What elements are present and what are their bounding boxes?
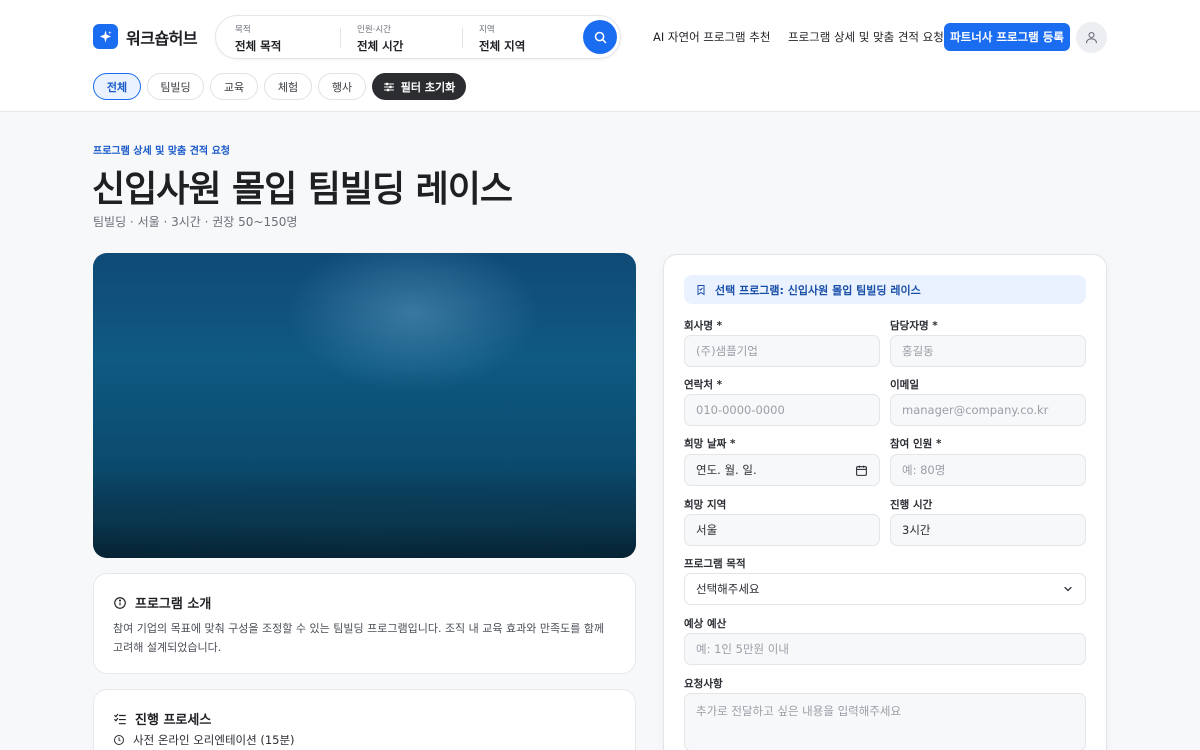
search-bar: 목적 전체 목적 인원·시간 전체 시간 지역 전체 지역 — [215, 15, 621, 59]
search-button[interactable] — [583, 20, 617, 54]
intro-title: 프로그램 소개 — [135, 597, 212, 612]
request-label: 요청사항 — [684, 678, 723, 690]
manager-input[interactable]: 홍길동 — [890, 335, 1086, 367]
reset-filter-label: 필터 초기화 — [400, 80, 456, 94]
purpose-field-label: 프로그램 목적 — [684, 558, 746, 570]
date-input[interactable]: 연도. 월. 일. — [684, 454, 880, 486]
email-label: 이메일 — [890, 379, 919, 391]
process-step: 사전 온라인 오리엔테이션 (15분) — [113, 732, 295, 748]
chip-all[interactable]: 전체 — [93, 73, 141, 100]
checklist-icon — [114, 713, 126, 724]
purpose-filter[interactable]: 목적 전체 목적 — [235, 23, 281, 54]
intro-card: 프로그램 소개 참여 기업의 목표에 맞춰 구성을 조정할 수 있는 팀빌딩 프… — [93, 573, 636, 674]
chip-event[interactable]: 행사 — [318, 73, 366, 100]
page-eyebrow: 프로그램 상세 및 맞춤 견적 요청 — [93, 146, 231, 157]
budget-label: 예상 예산 — [684, 618, 727, 630]
intro-title-row: 프로그램 소개 — [113, 593, 211, 612]
selected-program-banner: 선택 프로그램: 신입사원 몰입 팀빌딩 레이스 — [684, 275, 1086, 304]
quote-form-panel: 선택 프로그램: 신입사원 몰입 팀빌딩 레이스 회사명 * (주)샘플기업 담… — [663, 254, 1107, 750]
contact-label: 연락처 * — [684, 379, 723, 391]
intro-body: 참여 기업의 목표에 맞춰 구성을 조정할 수 있는 팀빌딩 프로그램입니다. … — [113, 622, 605, 654]
bookmark-icon — [697, 284, 705, 295]
reset-filter-button[interactable]: 필터 초기화 — [372, 73, 466, 100]
info-icon — [114, 596, 126, 609]
divider — [340, 28, 341, 48]
purpose-value: 전체 목적 — [235, 39, 282, 53]
logo[interactable]: 워크숍허브 — [93, 24, 198, 49]
email-input[interactable]: manager@company.co.kr — [890, 394, 1086, 426]
time-label: 진행 시간 — [890, 499, 933, 511]
company-label: 회사명 * — [684, 320, 723, 332]
request-textarea[interactable]: 추가로 전달하고 싶은 내용을 입력해주세요 — [684, 693, 1086, 750]
budget-input[interactable]: 예: 1인 5만원 이내 — [684, 633, 1086, 665]
contact-input[interactable]: 010-0000-0000 — [684, 394, 880, 426]
user-menu[interactable] — [1076, 22, 1107, 53]
logo-text: 워크숍허브 — [126, 28, 198, 48]
manager-label: 담당자명 * — [890, 320, 938, 332]
search-icon — [594, 31, 606, 43]
process-title: 진행 프로세스 — [135, 713, 212, 728]
region-input[interactable]: 서울 — [684, 514, 880, 546]
region-field-label: 희망 지역 — [684, 499, 727, 511]
company-input[interactable]: (주)샘플기업 — [684, 335, 880, 367]
people-time-value: 전체 시간 — [357, 39, 404, 53]
selected-program-label: 선택 프로그램: 신입사원 몰입 팀빌딩 레이스 — [715, 283, 921, 297]
region-value: 전체 지역 — [479, 39, 526, 53]
people-input[interactable]: 예: 80명 — [890, 454, 1086, 486]
process-step-label: 사전 온라인 오리엔테이션 (15분) — [133, 733, 295, 747]
region-label: 지역 — [479, 25, 495, 35]
user-icon — [1085, 31, 1098, 44]
time-input[interactable]: 3시간 — [890, 514, 1086, 546]
chip-experience[interactable]: 체험 — [264, 73, 312, 100]
program-meta: 팀빌딩 · 서울 · 3시간 · 권장 50~150명 — [93, 215, 298, 229]
process-card: 진행 프로세스 사전 온라인 오리엔테이션 (15분) — [93, 689, 636, 750]
page-title: 신입사원 몰입 팀빌딩 레이스 — [92, 169, 513, 210]
people-time-label: 인원·시간 — [357, 25, 391, 35]
nav-ai-recommend[interactable]: AI 자연어 프로그램 추천 — [653, 29, 770, 45]
date-value: 연도. 월. 일. — [696, 463, 757, 477]
process-title-row: 진행 프로세스 — [113, 709, 211, 728]
region-filter[interactable]: 지역 전체 지역 — [479, 23, 525, 54]
clock-icon — [114, 735, 124, 745]
purpose-label: 목적 — [235, 25, 251, 35]
people-label: 참여 인원 * — [890, 438, 942, 450]
hero-floor-shade — [93, 468, 636, 558]
divider — [462, 28, 463, 48]
date-label: 희망 날짜 * — [684, 438, 736, 450]
filter-icon — [383, 82, 394, 91]
top-header: 워크숍허브 목적 전체 목적 인원·시간 전체 시간 지역 전체 지역 AI 자… — [0, 0, 1200, 112]
partner-register-button[interactable]: 파트너사 프로그램 등록 — [944, 23, 1070, 51]
program-hero-image — [93, 253, 636, 558]
nav-quote-request[interactable]: 프로그램 상세 및 맞춤 견적 요청 — [788, 29, 944, 45]
sparkle-logo-icon — [93, 24, 118, 49]
chip-education[interactable]: 교육 — [210, 73, 258, 100]
purpose-select[interactable]: 선택해주세요 — [684, 573, 1086, 605]
calendar-icon[interactable] — [855, 464, 868, 477]
chip-teambuilding[interactable]: 팀빌딩 — [147, 73, 204, 100]
purpose-select-value: 선택해주세요 — [696, 582, 760, 596]
chevron-down-icon — [1064, 586, 1072, 592]
people-time-filter[interactable]: 인원·시간 전체 시간 — [357, 23, 403, 54]
